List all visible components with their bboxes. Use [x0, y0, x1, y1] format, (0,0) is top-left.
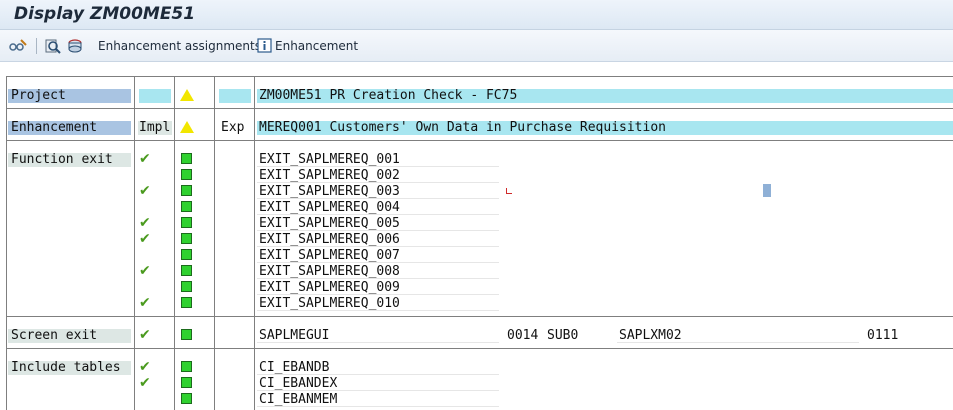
object-stack-icon [68, 39, 82, 53]
function-exit-row[interactable]: EXIT_SAPLMEREQ_008 [257, 265, 499, 279]
grid-line [6, 76, 7, 410]
status-green-icon [181, 329, 192, 340]
grid-line [254, 76, 255, 410]
grid-line [134, 76, 135, 410]
screen-exit-program[interactable]: SAPLMEGUI [257, 329, 499, 343]
status-green-icon [181, 361, 192, 372]
status-green-icon [181, 281, 192, 292]
status-green-icon [181, 217, 192, 228]
warning-icon [180, 121, 194, 133]
status-green-icon [181, 249, 192, 260]
other-object-button[interactable] [66, 30, 84, 62]
screen-exit-called-screen: 0111 [867, 329, 899, 343]
info-icon [257, 38, 272, 53]
function-exit-row[interactable]: EXIT_SAPLMEREQ_005 [257, 217, 499, 231]
exp-column-header: Exp [221, 121, 245, 135]
function-exit-row[interactable]: EXIT_SAPLMEREQ_009 [257, 281, 499, 295]
magnifier-list-icon [45, 39, 61, 54]
display-change-button[interactable] [8, 30, 28, 62]
enhancement-assignments-label: Enhancement assignments [98, 39, 261, 53]
function-exit-row[interactable]: EXIT_SAPLMEREQ_010 [257, 297, 499, 311]
grid-line [6, 108, 953, 109]
project-value[interactable]: ZM00ME51 PR Creation Check - FC75 [257, 89, 953, 103]
toolbar-separator [36, 38, 37, 54]
grid-line [6, 348, 953, 349]
status-green-icon [181, 153, 192, 164]
screen-exit-screen: 0014 [507, 329, 539, 343]
checkmark-icon: ✔ [139, 295, 151, 311]
function-exit-row[interactable]: EXIT_SAPLMEREQ_004 [257, 201, 499, 215]
enhancement-assignments-button[interactable]: Enhancement assignments [98, 30, 261, 62]
grid-line [174, 76, 175, 410]
application-toolbar: Enhancement assignments Enhancement [0, 30, 953, 62]
checkmark-icon: ✔ [139, 215, 151, 231]
where-used-button[interactable] [44, 30, 62, 62]
checkmark-icon: ✔ [139, 263, 151, 279]
status-green-icon [181, 201, 192, 212]
enhancement-project-table: Project ZM00ME51 PR Creation Check - FC7… [0, 62, 953, 410]
checkmark-icon: ✔ [139, 359, 151, 375]
grid-line [6, 140, 953, 141]
warning-icon [180, 89, 194, 101]
project-exp-cell [219, 89, 251, 103]
screen-exit-called-program[interactable]: SAPLXM02 [617, 329, 859, 343]
window-title: Display ZM00ME51 [14, 4, 196, 24]
status-green-icon [181, 185, 192, 196]
glasses-pencil-icon [9, 39, 27, 51]
status-green-icon [181, 393, 192, 404]
screen-exit-label: Screen exit [8, 329, 131, 343]
status-green-icon [181, 265, 192, 276]
screen-exit-subscreen: SUB0 [547, 329, 579, 343]
include-table-row[interactable]: CI_EBANDB [257, 361, 499, 375]
enhancement-value[interactable]: MEREQ001 Customers' Own Data in Purchase… [257, 121, 953, 135]
enhancement-label: Enhancement [275, 39, 359, 53]
enhancement-info-button[interactable]: Enhancement [257, 30, 358, 62]
project-header: Project [8, 89, 131, 103]
include-table-row[interactable]: CI_EBANMEM [257, 393, 499, 407]
function-exit-row[interactable]: EXIT_SAPLMEREQ_003 [257, 185, 499, 199]
checkmark-icon: ✔ [139, 151, 151, 167]
checkmark-icon: ✔ [139, 183, 151, 199]
cursor-marker [506, 188, 512, 194]
grid-line [6, 76, 953, 77]
status-green-icon [181, 377, 192, 388]
checkmark-icon: ✔ [139, 327, 151, 343]
function-exit-label: Function exit [8, 153, 131, 167]
function-exit-row[interactable]: EXIT_SAPLMEREQ_001 [257, 153, 499, 167]
project-impl-cell [139, 89, 171, 103]
selection-block [763, 184, 771, 197]
enhancement-header: Enhancement [8, 121, 131, 135]
status-green-icon [181, 169, 192, 180]
checkmark-icon: ✔ [139, 231, 151, 247]
status-green-icon [181, 233, 192, 244]
grid-line [214, 76, 215, 410]
function-exit-row[interactable]: EXIT_SAPLMEREQ_002 [257, 169, 499, 183]
checkmark-icon: ✔ [139, 375, 151, 391]
impl-column-header: Impl [138, 121, 172, 135]
include-table-row[interactable]: CI_EBANDEX [257, 377, 499, 391]
function-exit-row[interactable]: EXIT_SAPLMEREQ_007 [257, 249, 499, 263]
include-tables-label: Include tables [8, 361, 131, 375]
grid-line [6, 316, 953, 317]
title-bar: Display ZM00ME51 [0, 0, 953, 30]
function-exit-row[interactable]: EXIT_SAPLMEREQ_006 [257, 233, 499, 247]
status-green-icon [181, 297, 192, 308]
